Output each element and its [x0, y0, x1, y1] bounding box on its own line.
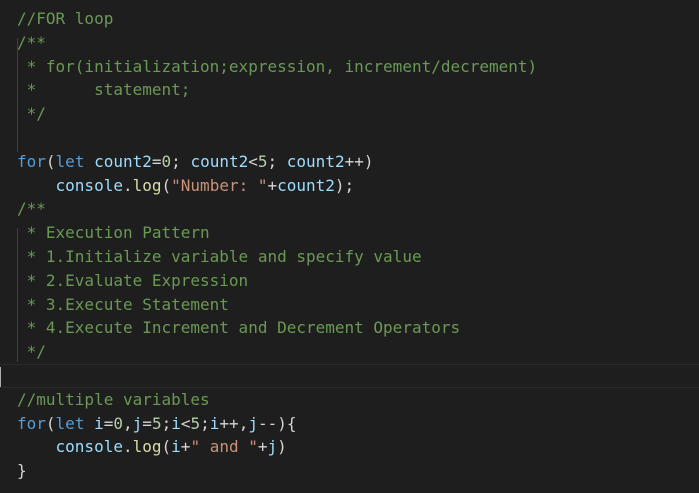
- code-token: i: [171, 413, 181, 433]
- code-line[interactable]: [17, 126, 699, 150]
- code-token: ;: [171, 151, 191, 171]
- code-line[interactable]: //FOR loop: [17, 7, 699, 31]
- code-token: ;: [161, 413, 172, 433]
- code-token: <: [248, 151, 258, 171]
- code-token: let: [55, 151, 85, 171]
- code-token: */: [17, 104, 46, 124]
- code-token: count2: [277, 175, 335, 195]
- code-token: 5: [190, 413, 201, 433]
- code-line[interactable]: */: [17, 340, 699, 364]
- code-token: i: [94, 413, 104, 433]
- code-line[interactable]: * 2.Evaluate Expression: [17, 269, 699, 293]
- code-line[interactable]: /**: [17, 31, 699, 55]
- code-line[interactable]: * for(initialization;expression, increme…: [17, 55, 699, 79]
- code-token: for: [17, 151, 46, 171]
- code-token: i: [209, 413, 220, 433]
- code-line[interactable]: */: [17, 102, 699, 126]
- code-token: .: [122, 437, 133, 457]
- code-token: //FOR loop: [17, 9, 114, 28]
- code-line[interactable]: }: [17, 459, 699, 483]
- code-line[interactable]: for(let i=0,j=5;i<5;i++,j--){: [17, 412, 699, 436]
- code-token: * 1.Initialize variable and specify valu…: [17, 246, 422, 266]
- code-token: +: [180, 437, 191, 457]
- code-token: * 4.Execute Increment and Decrement Oper…: [17, 318, 461, 338]
- code-token: /**: [17, 199, 46, 219]
- code-token: +: [257, 437, 268, 457]
- code-token: ,: [123, 413, 133, 433]
- code-token: 5: [151, 413, 162, 433]
- code-token: for: [17, 413, 46, 433]
- code-token: console: [55, 437, 123, 457]
- code-token: //multiple variables: [17, 389, 210, 409]
- code-token: (: [161, 175, 172, 195]
- code-token: log: [132, 437, 162, 457]
- code-line[interactable]: console.log("Number: "+count2);: [17, 174, 699, 198]
- code-token: * 3.Execute Statement: [17, 294, 229, 314]
- text-cursor: [0, 366, 1, 387]
- code-line[interactable]: * 4.Execute Increment and Decrement Oper…: [17, 316, 699, 340]
- code-token: "Number: ": [171, 175, 268, 195]
- code-token: --){: [257, 413, 297, 433]
- code-token: ++,: [219, 413, 249, 433]
- code-token: =: [151, 151, 162, 171]
- code-token: log: [132, 175, 162, 195]
- code-line[interactable]: //multiple variables: [17, 388, 699, 412]
- code-line[interactable]: console.log(i+" and "+j): [17, 435, 699, 459]
- code-line[interactable]: * Execution Pattern: [17, 221, 699, 245]
- code-token: * Execution Pattern: [17, 223, 210, 243]
- code-token: .: [122, 175, 133, 195]
- code-token: ;: [200, 413, 210, 433]
- code-token: * 2.Evaluate Expression: [17, 270, 249, 290]
- code-line[interactable]: * statement;: [17, 78, 699, 102]
- code-token: " and ": [190, 437, 258, 457]
- code-token: ;: [267, 151, 287, 171]
- code-line[interactable]: * 3.Execute Statement: [17, 293, 699, 317]
- code-line[interactable]: /**: [17, 197, 699, 221]
- code-token: count2: [190, 151, 249, 171]
- code-token: 0: [161, 151, 172, 171]
- code-token: count2: [94, 151, 152, 171]
- code-token: }: [17, 461, 27, 481]
- code-token: +: [267, 175, 278, 195]
- code-editor[interactable]: //FOR loop /** * for(initialization;expre…: [0, 0, 699, 493]
- code-token: j: [248, 413, 258, 433]
- code-token: 0: [113, 413, 124, 433]
- code-token: ): [277, 437, 287, 457]
- code-token: j: [132, 413, 143, 433]
- code-token: i: [171, 437, 181, 457]
- code-token: 5: [257, 151, 268, 171]
- code-token: j: [267, 437, 278, 457]
- code-token: */: [17, 342, 46, 362]
- code-line[interactable]: * 1.Initialize variable and specify valu…: [17, 245, 699, 269]
- code-token: ++): [344, 151, 374, 171]
- code-token: count2: [286, 151, 345, 171]
- code-token: (: [161, 437, 172, 457]
- code-token: /**: [17, 32, 46, 52]
- code-token: =: [142, 413, 152, 433]
- code-line[interactable]: [0, 363, 699, 388]
- code-token: let: [55, 413, 85, 433]
- code-token: * statement;: [17, 80, 191, 100]
- code-token: );: [334, 175, 355, 195]
- code-token: <: [180, 413, 191, 433]
- code-token: (: [45, 151, 56, 171]
- code-token: (: [45, 413, 56, 433]
- code-token: * for(initialization;expression, increme…: [17, 56, 538, 76]
- code-line[interactable]: for(let count2=0; count2<5; count2++): [17, 150, 699, 174]
- code-lines[interactable]: //FOR loop /** * for(initialization;expre…: [0, 7, 699, 483]
- code-token: console: [55, 175, 123, 195]
- code-token: =: [103, 413, 114, 433]
